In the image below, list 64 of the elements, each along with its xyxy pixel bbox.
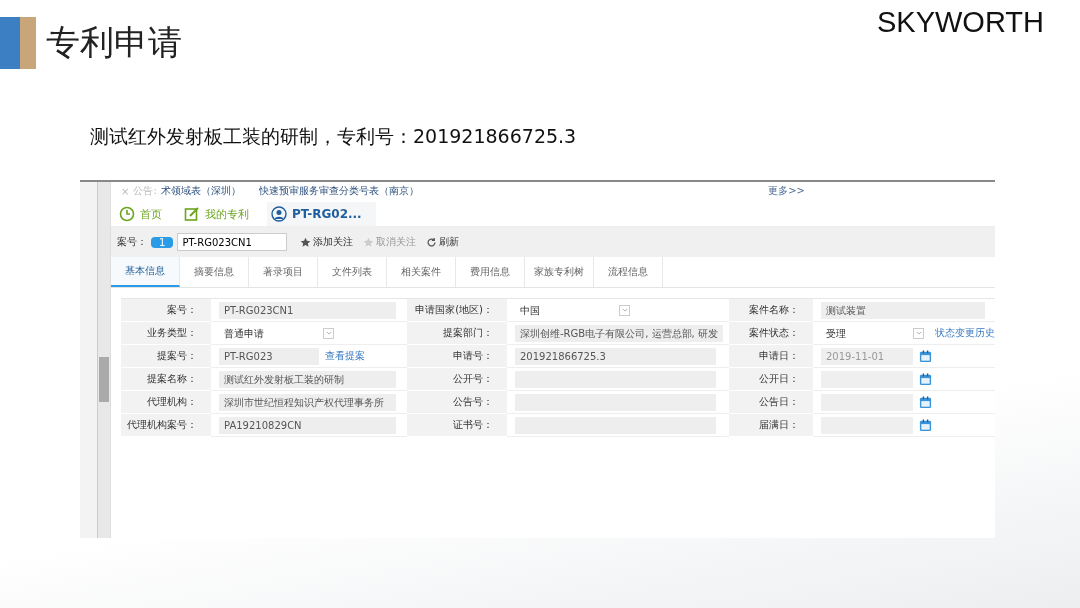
toolbar-button[interactable]: 刷新	[421, 235, 465, 249]
input-field[interactable]: 深圳市世纪恒程知识产权代理事务所	[219, 393, 396, 411]
tab[interactable]: 家族专利树	[525, 257, 594, 287]
field-label: 公开号：	[407, 368, 507, 391]
field-label: 申请国家(地区)：	[407, 299, 507, 322]
tab[interactable]: 相关案件	[387, 257, 456, 287]
notice-link[interactable]: 术领域表（深圳）	[160, 184, 241, 198]
field-label: 业务类型：	[121, 322, 211, 345]
input-field[interactable]: PT-RG023	[219, 347, 319, 365]
field-label: 公告日：	[729, 391, 813, 414]
field-label: 代理机构：	[121, 391, 211, 414]
field-label: 公告号：	[407, 391, 507, 414]
input-field[interactable]: 测试装置	[821, 301, 985, 319]
field-label: 证书号：	[407, 414, 507, 437]
tab[interactable]: 摘要信息	[180, 257, 249, 287]
notice-link[interactable]: 快速预审服务审查分类号表（南京）	[258, 184, 419, 198]
input-field[interactable]: 测试红外发射板工装的研制	[219, 370, 396, 388]
calendar-icon[interactable]	[919, 418, 932, 432]
case-number-label: 案号：	[117, 235, 147, 249]
user-icon	[271, 206, 287, 222]
field-label: 公开日：	[729, 368, 813, 391]
field-label: 提案号：	[121, 345, 211, 368]
link[interactable]: 查看提案	[325, 349, 365, 363]
logo: SKYWORTH	[876, 6, 1044, 39]
notice-label: 公告:	[133, 184, 157, 198]
field-label: 届满日：	[729, 414, 813, 437]
field-label: 提案名称：	[121, 368, 211, 391]
input-field[interactable]: 深圳创维-RGB电子有限公司, 运营总部, 研发	[515, 324, 723, 342]
input-field[interactable]: 201921866725.3	[515, 347, 717, 365]
clock-icon	[119, 206, 135, 222]
star-icon	[363, 236, 375, 248]
tab[interactable]: 费用信息	[456, 257, 525, 287]
tab[interactable]: 流程信息	[594, 257, 663, 287]
calendar-icon[interactable]	[919, 349, 932, 363]
tab[interactable]: PT-RG02...	[267, 202, 376, 226]
input-field[interactable]: PA19210829CN	[219, 416, 396, 434]
calendar-icon[interactable]	[919, 395, 932, 409]
title-accent-bar	[0, 17, 36, 69]
caret-icon	[619, 304, 630, 316]
caption: 测试红外发射板工装的研制，专利号：201921866725.3	[90, 124, 578, 148]
count-badge: 1	[151, 236, 174, 248]
tab[interactable]: 基本信息	[111, 257, 180, 287]
field-label: 申请号：	[407, 345, 507, 368]
refresh-icon	[426, 236, 438, 248]
input-field[interactable]: PT-RG023CN1	[219, 301, 396, 319]
calendar-icon[interactable]	[919, 372, 932, 386]
link[interactable]: 状态变更历史	[935, 326, 995, 340]
edit-icon	[184, 206, 200, 222]
tab[interactable]: 著录项目	[249, 257, 318, 287]
case-number-field[interactable]: PT-RG023CN1	[177, 233, 288, 251]
caret-icon	[323, 327, 334, 339]
star-icon	[300, 236, 312, 248]
field-label: 案件名称：	[729, 299, 813, 322]
toolbar-button[interactable]: 添加关注	[295, 235, 359, 249]
tab[interactable]: 文件列表	[318, 257, 387, 287]
field-label: 提案部门：	[407, 322, 507, 345]
field-label: 案件状态：	[729, 322, 813, 345]
caret-icon	[913, 327, 924, 339]
field-label: 代理机构案号：	[121, 414, 211, 437]
slide-title: 专利申请	[46, 21, 182, 64]
field-label: 案号：	[121, 299, 211, 322]
field-label: 申请日：	[729, 345, 813, 368]
scrollbar[interactable]	[97, 182, 110, 538]
more-link[interactable]: 更多>>	[768, 184, 805, 198]
